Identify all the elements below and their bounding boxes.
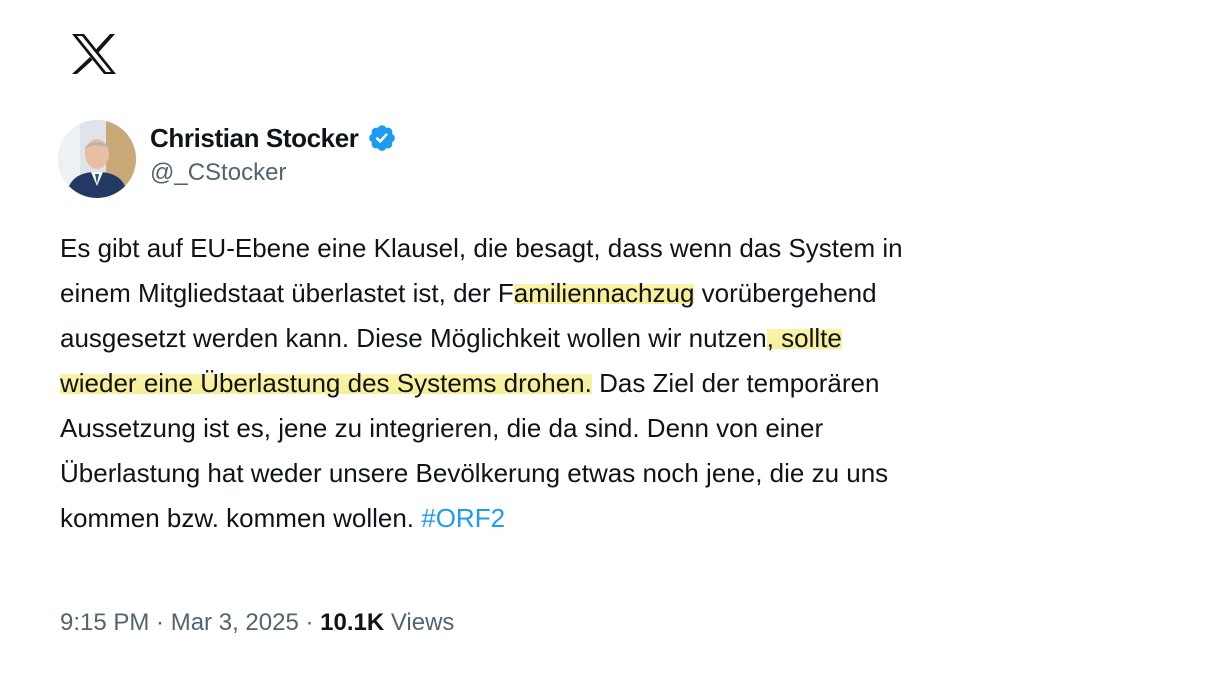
tweet-text-segment: vorübergehend [694, 278, 877, 308]
highlighted-text: amiliennachzug [513, 278, 695, 308]
highlighted-text: , sollte [766, 323, 842, 353]
tweet-text-segment: kommen bzw. kommen wollen. [60, 503, 422, 533]
tweet-line: Überlastung hat weder unsere Bevölkerung… [60, 451, 1140, 496]
tweet-date[interactable]: Mar 3, 2025 [171, 609, 299, 636]
author-name[interactable]: Christian Stocker [150, 123, 359, 154]
tweet-line: einem Mitgliedstaat überlastet ist, der … [60, 271, 1140, 316]
views-label: Views [384, 609, 455, 636]
tweet-line: Es gibt auf EU-Ebene eine Klausel, die b… [60, 226, 1140, 271]
tweet-text-segment: ausgesetzt werden kann. Diese Möglichkei… [60, 323, 767, 353]
tweet-time[interactable]: 9:15 PM [60, 609, 149, 636]
author-handle[interactable]: @_CStocker [150, 159, 397, 187]
tweet-line: Aussetzung ist es, jene zu integrieren, … [60, 406, 1140, 451]
highlighted-text: wieder eine Überlastung des Systems droh… [60, 368, 592, 398]
tweet-text-segment: einem Mitgliedstaat überlastet ist, der … [60, 278, 514, 308]
hashtag-link[interactable]: #ORF2 [421, 503, 505, 533]
tweet-meta: 9:15 PM · Mar 3, 2025 · 10.1K Views [60, 609, 454, 637]
author-name-row: Christian Stocker [150, 118, 397, 158]
tweet-text-segment: Es gibt auf EU-Ebene eine Klausel, die b… [60, 233, 903, 263]
tweet-line: ausgesetzt werden kann. Diese Möglichkei… [60, 316, 1140, 361]
tweet-text: Es gibt auf EU-Ebene eine Klausel, die b… [60, 226, 1140, 541]
meta-separator: · [298, 609, 321, 636]
meta-separator: · [149, 609, 171, 636]
views-count: 10.1K [320, 609, 385, 636]
avatar[interactable] [58, 120, 136, 198]
tweet-line: wieder eine Überlastung des Systems droh… [60, 361, 1140, 406]
x-logo-icon [68, 30, 120, 78]
tweet-text-segment: Das Ziel der temporären [591, 368, 880, 398]
tweet-text-segment: Überlastung hat weder unsere Bevölkerung… [60, 458, 889, 488]
verified-badge-icon [367, 123, 397, 153]
tweet-text-segment: Aussetzung ist es, jene zu integrieren, … [60, 413, 824, 443]
tweet-line: kommen bzw. kommen wollen. #ORF2 [60, 496, 1140, 541]
author-block: Christian Stocker @_CStocker [150, 118, 397, 187]
